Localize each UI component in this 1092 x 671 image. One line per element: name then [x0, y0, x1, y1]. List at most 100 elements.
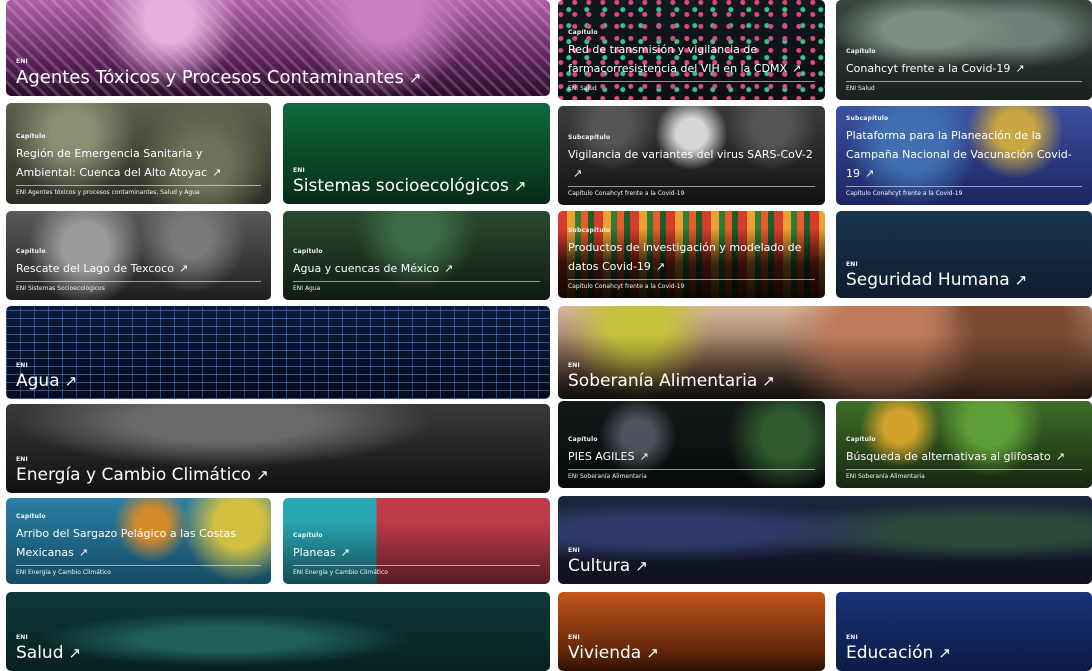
card-tag: Capítulo — [293, 248, 323, 255]
card-tag: ENI — [568, 634, 580, 641]
card-title: Salud — [16, 643, 64, 663]
card-content: ENI Educación ↗ — [846, 634, 1082, 663]
arrow-up-right-icon: ↗ — [1055, 450, 1065, 463]
card-content: ENI Vivienda ↗ — [568, 634, 815, 663]
card-title: Arribo del Sargazo Pelágico a las Costas… — [16, 527, 237, 559]
card-content: Capítulo Rescate del Lago de Texcoco ↗ EN… — [16, 248, 261, 292]
card-vacunacion[interactable]: Subcapítulo Plataforma para la Planeació… — [836, 106, 1092, 205]
card-parent: ENI Sistemas Socioecológicos — [16, 285, 105, 292]
card-content: Subcapítulo Productos de investigación y… — [568, 227, 815, 290]
divider — [293, 281, 540, 282]
card-tag: ENI — [293, 167, 305, 174]
card-parent: ENI Salud — [568, 85, 597, 92]
card-tag: Capítulo — [846, 48, 876, 55]
card-seguridad-humana[interactable]: ENI Seguridad Humana ↗ — [836, 211, 1092, 298]
card-content: ENI Sistemas socioecológicos ↗ — [293, 167, 540, 196]
card-content: Capítulo PIES AGILES ↗ ENI Soberanía Alim… — [568, 436, 815, 480]
card-agentes-toxicos[interactable]: ENI Agentes Tóxicos y Procesos Contamina… — [6, 0, 550, 96]
card-title: Educación — [846, 643, 934, 663]
card-content: ENI Agentes Tóxicos y Procesos Contamina… — [16, 58, 540, 88]
arrow-up-right-icon: ↗ — [646, 644, 659, 662]
arrow-up-right-icon: ↗ — [68, 644, 82, 662]
card-vih[interactable]: Capítulo Red de transmisión y vigilancia… — [558, 0, 825, 100]
card-cultura[interactable]: ENI Cultura ↗ — [558, 496, 1092, 584]
card-content: ENI Agua ↗ — [16, 362, 540, 391]
card-title: Red de transmisión y vigilancia de farma… — [568, 43, 788, 75]
card-content: ENI Seguridad Humana ↗ — [846, 261, 1082, 290]
arrow-up-right-icon: ↗ — [762, 372, 775, 390]
card-tag: Capítulo — [568, 29, 598, 36]
card-tag: Capítulo — [846, 436, 876, 443]
card-planeas[interactable]: Capítulo Planeas ↗ ENI Energía y Cambio C… — [283, 498, 550, 584]
card-content: Capítulo Arribo del Sargazo Pelágico a l… — [16, 513, 261, 576]
divider — [568, 469, 815, 470]
card-glifosato[interactable]: Capítulo Búsqueda de alternativas al gli… — [836, 401, 1092, 488]
card-parent: ENI Agentes tóxicos y procesos contamina… — [16, 189, 200, 196]
card-title: Soberanía Alimentaria — [568, 371, 758, 391]
card-content: Capítulo Planeas ↗ ENI Energía y Cambio C… — [293, 532, 540, 576]
arrow-up-right-icon: ↗ — [340, 546, 350, 559]
card-tag: Capítulo — [16, 248, 46, 255]
arrow-up-right-icon: ↗ — [444, 262, 454, 275]
arrow-up-right-icon: ↗ — [1014, 271, 1028, 289]
card-parent: ENI Soberanía Alimentaria — [568, 473, 647, 480]
card-sargazo[interactable]: Capítulo Arribo del Sargazo Pelágico a l… — [6, 498, 271, 584]
card-content: Capítulo Búsqueda de alternativas al gli… — [846, 436, 1082, 480]
divider — [16, 281, 261, 282]
arrow-up-right-icon: ↗ — [64, 372, 78, 390]
card-content: Capítulo Región de Emergencia Sanitaria … — [16, 133, 261, 196]
card-pies-agiles[interactable]: Capítulo PIES AGILES ↗ ENI Soberanía Alim… — [558, 401, 825, 488]
card-parent: Capítulo Conahcyt frente a la Covid-19 — [846, 190, 963, 197]
card-vivienda[interactable]: ENI Vivienda ↗ — [558, 592, 825, 671]
divider — [846, 186, 1082, 187]
card-content: Subcapítulo Vigilancia de variantes del … — [568, 134, 815, 197]
card-title: Plataforma para la Planeación de la Camp… — [846, 129, 1072, 180]
card-alto-atoyac[interactable]: Capítulo Región de Emergencia Sanitaria … — [6, 103, 271, 204]
card-parent: Capítulo Conahcyt frente a la Covid-19 — [568, 283, 685, 290]
card-title: Productos de investigación y modelado de… — [568, 241, 802, 273]
card-educacion[interactable]: ENI Educación ↗ — [836, 592, 1092, 671]
card-parent: ENI Energía y Cambio Climático — [16, 569, 111, 576]
card-tag: Subcapítulo — [568, 134, 611, 141]
divider — [16, 565, 261, 566]
card-productos-investigacion[interactable]: Subcapítulo Productos de investigación y… — [558, 211, 825, 298]
card-title: PIES AGILES — [568, 450, 635, 463]
card-tag: ENI — [568, 362, 580, 369]
arrow-up-right-icon: ↗ — [792, 62, 802, 75]
card-tag: Capítulo — [16, 133, 46, 140]
card-agua-cuencas[interactable]: Capítulo Agua y cuencas de México ↗ ENI A… — [283, 211, 550, 300]
card-sistemas-socioecologicos[interactable]: ENI Sistemas socioecológicos ↗ — [283, 103, 550, 204]
arrow-up-right-icon: ↗ — [256, 466, 269, 484]
card-content: Subcapítulo Plataforma para la Planeació… — [846, 115, 1082, 197]
divider — [293, 565, 540, 566]
card-tag: ENI — [16, 634, 28, 641]
card-tag: ENI — [846, 261, 858, 268]
card-title: Cultura — [568, 556, 631, 576]
arrow-up-right-icon: ↗ — [938, 644, 951, 662]
arrow-up-right-icon: ↗ — [639, 450, 649, 463]
card-agua[interactable]: ENI Agua ↗ — [6, 306, 550, 399]
arrow-up-right-icon: ↗ — [78, 546, 89, 559]
arrow-up-right-icon: ↗ — [212, 166, 222, 179]
card-variantes-sars[interactable]: Subcapítulo Vigilancia de variantes del … — [558, 106, 825, 205]
card-energia-cambio-climatico[interactable]: ENI Energía y Cambio Climático ↗ — [6, 404, 550, 493]
divider — [568, 186, 815, 187]
arrow-up-right-icon: ↗ — [178, 262, 189, 275]
divider — [846, 469, 1082, 470]
card-soberania-alimentaria[interactable]: ENI Soberanía Alimentaria ↗ — [558, 306, 1092, 399]
card-parent: ENI Soberanía Alimentaria — [846, 473, 925, 480]
arrow-up-right-icon: ↗ — [635, 557, 648, 575]
card-title: Sistemas socioecológicos — [293, 176, 509, 196]
card-title: Conahcyt frente a la Covid-19 — [846, 62, 1011, 75]
card-title: Seguridad Humana — [846, 270, 1010, 290]
card-lago-texcoco[interactable]: Capítulo Rescate del Lago de Texcoco ↗ EN… — [6, 211, 271, 300]
card-parent: Capítulo Conahcyt frente a la Covid-19 — [568, 190, 685, 197]
card-conahcyt-covid[interactable]: Capítulo Conahcyt frente a la Covid-19 ↗ … — [836, 0, 1092, 100]
card-content: ENI Salud ↗ — [16, 634, 540, 663]
card-parent: ENI Energía y Cambio Climático — [293, 569, 388, 576]
card-tag: ENI — [16, 58, 28, 65]
card-salud[interactable]: ENI Salud ↗ — [6, 592, 550, 671]
arrow-up-right-icon: ↗ — [1015, 62, 1025, 75]
card-title: Agua y cuencas de México — [293, 262, 440, 275]
card-tag: Subcapítulo — [568, 227, 611, 234]
